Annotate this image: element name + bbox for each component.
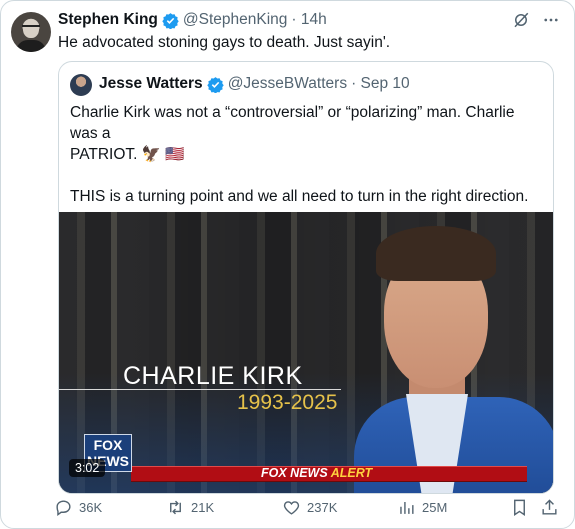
author-name[interactable]: Stephen King (58, 11, 158, 29)
like-button[interactable]: 237K (282, 498, 337, 517)
post-time[interactable]: · 14h (291, 11, 326, 29)
tweet-text: He advocated stoning gays to death. Just… (58, 34, 391, 51)
repost-icon (170, 500, 181, 515)
more-options-icon[interactable] (542, 11, 560, 33)
lower-third-name: CHARLIE KIRK (123, 362, 303, 390)
avatar[interactable] (11, 12, 51, 52)
video-player[interactable]: CHARLIE KIRK 1993-2025 FOX NEWS ALERT FO… (59, 212, 553, 493)
heart-icon (283, 501, 300, 515)
reply-count: 36K (79, 500, 103, 515)
tweet-card[interactable]: Stephen King @StephenKing · 14h He advoc… (0, 0, 575, 529)
bookmark-button[interactable] (510, 498, 529, 517)
share-icon (542, 499, 557, 515)
quote-date[interactable]: · Sep 10 (351, 75, 410, 93)
verified-badge-icon (162, 12, 179, 29)
view-count: 25M (422, 500, 448, 515)
lower-third-years: 1993-2025 (237, 391, 338, 414)
bookmark-icon (514, 499, 525, 516)
share-button[interactable] (540, 498, 559, 517)
tweet-header: Stephen King @StephenKing · 14h (58, 11, 327, 29)
quote-line: THIS is a turning point and we all need … (70, 188, 529, 205)
views-icon (400, 501, 414, 514)
action-bar: 36K 21K 237K 25M (54, 498, 564, 524)
repost-count: 21K (191, 500, 215, 515)
video-duration: 3:02 (69, 459, 106, 477)
alert-prefix: FOX NEWS (261, 466, 331, 480)
quote-header: Jesse Watters @JesseBWatters · Sep 10 (99, 75, 410, 93)
quote-text: Charlie Kirk was not a “controversial” o… (70, 102, 544, 228)
quote-author-handle[interactable]: @JesseBWatters (228, 75, 347, 93)
lower-third-divider (59, 389, 341, 390)
quoted-tweet[interactable]: Jesse Watters @JesseBWatters · Sep 10 Ch… (58, 61, 554, 494)
verified-badge-icon (206, 76, 224, 93)
quote-author-name[interactable]: Jesse Watters (99, 75, 203, 93)
video-thumbnail-person (354, 222, 553, 493)
alert-word: ALERT (330, 466, 373, 480)
reply-icon (56, 500, 71, 517)
like-count: 237K (307, 500, 338, 515)
quote-avatar[interactable] (70, 74, 92, 96)
quote-line: Charlie Kirk was not a “controversial” o… (70, 104, 515, 142)
author-handle[interactable]: @StephenKing (183, 11, 288, 29)
reply-button[interactable]: 36K (54, 498, 102, 517)
alert-text: FOX NEWS ALERT (261, 466, 372, 480)
quote-line: PATRIOT. 🦅 🇺🇸 (70, 146, 185, 163)
views-button[interactable]: 25M (397, 498, 447, 517)
repost-button[interactable]: 21K (166, 498, 214, 517)
grok-icon[interactable] (512, 11, 530, 33)
